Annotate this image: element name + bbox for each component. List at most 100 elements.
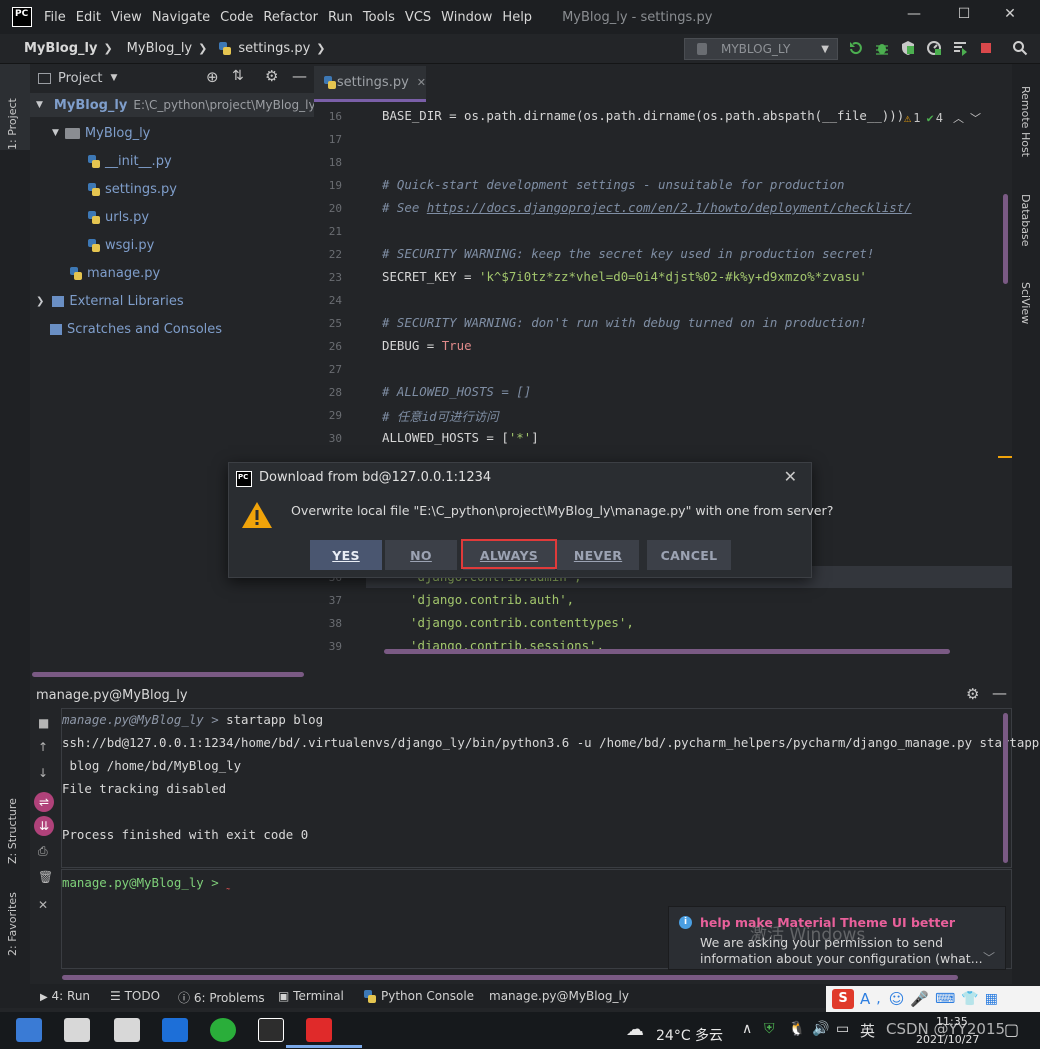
toolbox-icon[interactable]: ▦ bbox=[985, 991, 998, 1007]
console-horizontal-scrollbar[interactable] bbox=[62, 975, 958, 980]
ime-indicator[interactable]: 英 bbox=[860, 1020, 875, 1041]
tree-scratches[interactable]: Scratches and Consoles bbox=[50, 317, 222, 341]
run-concurrency-icon[interactable] bbox=[952, 40, 968, 56]
print-icon[interactable]: ⎙ bbox=[38, 844, 48, 859]
tab-project[interactable]: 1: Project bbox=[6, 98, 19, 150]
profile-icon[interactable] bbox=[926, 40, 942, 56]
menu-help[interactable]: Help bbox=[502, 10, 532, 25]
menu-file[interactable]: File bbox=[44, 10, 66, 25]
project-view-selector[interactable]: Project bbox=[58, 71, 102, 86]
stop-icon[interactable] bbox=[978, 40, 994, 56]
punct-icon[interactable]: , bbox=[876, 991, 880, 1007]
stop-icon[interactable]: ■ bbox=[38, 716, 49, 730]
editor-horizontal-scrollbar[interactable] bbox=[384, 649, 950, 654]
tab-manage-console[interactable]: manage.py@MyBlog_ly bbox=[489, 989, 629, 1003]
emoji-icon[interactable]: ☺ bbox=[889, 990, 905, 1008]
tree-external-libraries[interactable]: ❯ External Libraries bbox=[36, 289, 184, 313]
console-scrollbar[interactable] bbox=[1003, 713, 1008, 863]
tool-app-icon[interactable] bbox=[64, 1018, 90, 1042]
warning-marker[interactable] bbox=[998, 456, 1012, 458]
tab-favorites[interactable]: 2: Favorites bbox=[6, 892, 19, 956]
volume-icon[interactable]: 🔊 bbox=[812, 1021, 829, 1037]
console-output[interactable]: manage.py@MyBlog_ly > startapp blog ssh:… bbox=[61, 708, 1039, 868]
tab-settings-py[interactable]: settings.py ✕ bbox=[314, 66, 426, 102]
doc-link[interactable]: https://docs.djangoproject.com/en/2.1/ho… bbox=[427, 200, 912, 215]
wechat-icon[interactable] bbox=[210, 1018, 236, 1042]
breadcrumb-package[interactable]: MyBlog_ly bbox=[127, 41, 192, 56]
scroll-to-end-icon[interactable]: ⇊ bbox=[34, 816, 54, 836]
editor-vertical-scrollbar[interactable] bbox=[1003, 194, 1008, 284]
weather-text[interactable]: 24°C 多云 bbox=[656, 1025, 723, 1045]
network-icon[interactable]: ▭ bbox=[836, 1021, 849, 1037]
menu-run[interactable]: Run bbox=[328, 10, 353, 25]
tree-root[interactable]: ▼ MyBlog_ly E:\C_python\project\MyBlog_l… bbox=[30, 93, 316, 117]
breadcrumb-file[interactable]: settings.py bbox=[238, 41, 310, 56]
shield-icon[interactable]: ⛨ bbox=[764, 1021, 775, 1037]
tab-run[interactable]: ▶ 4: Run bbox=[40, 989, 90, 1003]
chevron-down-icon[interactable]: ﹀ bbox=[983, 949, 995, 966]
menu-refactor[interactable]: Refactor bbox=[263, 10, 318, 25]
tree-file[interactable]: manage.py bbox=[70, 261, 160, 285]
rerun-icon[interactable] bbox=[848, 40, 864, 56]
maximize-icon[interactable]: ☐ bbox=[954, 6, 974, 26]
menu-tools[interactable]: Tools bbox=[363, 10, 395, 25]
coverage-icon[interactable] bbox=[900, 40, 916, 56]
hide-panel-icon[interactable]: — bbox=[992, 684, 1007, 702]
ime-lang-icon[interactable]: A bbox=[860, 990, 870, 1008]
soft-wrap-icon[interactable]: ⇌ bbox=[34, 792, 54, 812]
skin-icon[interactable]: 👕 bbox=[961, 991, 978, 1007]
tab-sciview[interactable]: SciView bbox=[1019, 282, 1032, 324]
locate-icon[interactable]: ⊕ bbox=[206, 68, 219, 86]
cancel-button[interactable]: CANCEL bbox=[647, 540, 731, 570]
keyboard-icon[interactable]: ⌨ bbox=[935, 991, 955, 1007]
arrow-up-icon[interactable]: ↑ bbox=[38, 740, 48, 754]
sogou-logo-icon[interactable]: S bbox=[832, 989, 854, 1009]
no-button[interactable]: NO bbox=[385, 540, 457, 570]
browser-icon[interactable] bbox=[162, 1018, 188, 1042]
qq-icon[interactable]: 🐧 bbox=[788, 1021, 805, 1037]
search-icon[interactable] bbox=[1012, 40, 1028, 56]
close-icon[interactable]: ✕ bbox=[38, 898, 48, 912]
menu-window[interactable]: Window bbox=[441, 10, 492, 25]
calculator-icon[interactable] bbox=[16, 1018, 42, 1042]
trash-icon[interactable]: 🗑 bbox=[38, 870, 53, 884]
pycharm-taskbar-icon[interactable] bbox=[258, 1018, 284, 1042]
tab-database[interactable]: Database bbox=[1019, 194, 1032, 247]
tree-file[interactable]: urls.py bbox=[88, 205, 149, 229]
tree-package[interactable]: ▼ MyBlog_ly bbox=[52, 121, 150, 145]
mic-icon[interactable]: 🎤 bbox=[910, 990, 929, 1008]
tab-remote-host[interactable]: Remote Host bbox=[1019, 86, 1032, 157]
menu-view[interactable]: View bbox=[111, 10, 142, 25]
wps-icon[interactable] bbox=[306, 1018, 332, 1042]
tool-app-icon[interactable] bbox=[114, 1018, 140, 1042]
gear-icon[interactable]: ⚙ bbox=[265, 67, 278, 85]
chevron-up-icon[interactable]: ∧ bbox=[742, 1021, 752, 1037]
inspection-widget[interactable]: ⚠ 1 ✔ 4 ︿ ﹀ bbox=[904, 108, 1012, 128]
menu-vcs[interactable]: VCS bbox=[405, 10, 431, 25]
menu-navigate[interactable]: Navigate bbox=[152, 10, 210, 25]
project-scrollbar[interactable] bbox=[32, 672, 304, 677]
close-window-icon[interactable]: ✕ bbox=[1000, 6, 1020, 26]
tree-file[interactable]: __init__.py bbox=[88, 149, 172, 173]
menu-edit[interactable]: Edit bbox=[76, 10, 101, 25]
chevron-up-icon[interactable]: ︿ bbox=[953, 110, 964, 126]
never-button[interactable]: NEVER bbox=[557, 540, 639, 570]
hide-panel-icon[interactable]: — bbox=[292, 67, 307, 85]
tree-file[interactable]: wsgi.py bbox=[88, 233, 154, 257]
tab-python-console[interactable]: Python Console bbox=[364, 989, 474, 1003]
notification-center-icon[interactable]: ▢ bbox=[1004, 1020, 1019, 1039]
tab-structure[interactable]: Z: Structure bbox=[6, 798, 19, 864]
collapse-all-icon[interactable]: ⇅ bbox=[232, 68, 244, 84]
chevron-down-icon[interactable]: ﹀ bbox=[970, 110, 981, 126]
yes-button[interactable]: YES bbox=[310, 540, 382, 570]
close-icon[interactable]: ✕ bbox=[784, 467, 797, 486]
menu-code[interactable]: Code bbox=[220, 10, 253, 25]
arrow-down-icon[interactable]: ↓ bbox=[38, 766, 48, 780]
gear-icon[interactable]: ⚙ bbox=[966, 685, 979, 703]
minimize-icon[interactable]: — bbox=[904, 6, 924, 26]
tab-problems[interactable]: ⓘ 6: Problems bbox=[178, 989, 265, 1006]
tab-todo[interactable]: ☰ TODO bbox=[110, 989, 160, 1003]
run-config-dropdown[interactable]: MYBLOG_LY ▼ bbox=[684, 38, 838, 60]
close-tab-icon[interactable]: ✕ bbox=[417, 76, 426, 89]
debug-icon[interactable] bbox=[874, 40, 890, 56]
